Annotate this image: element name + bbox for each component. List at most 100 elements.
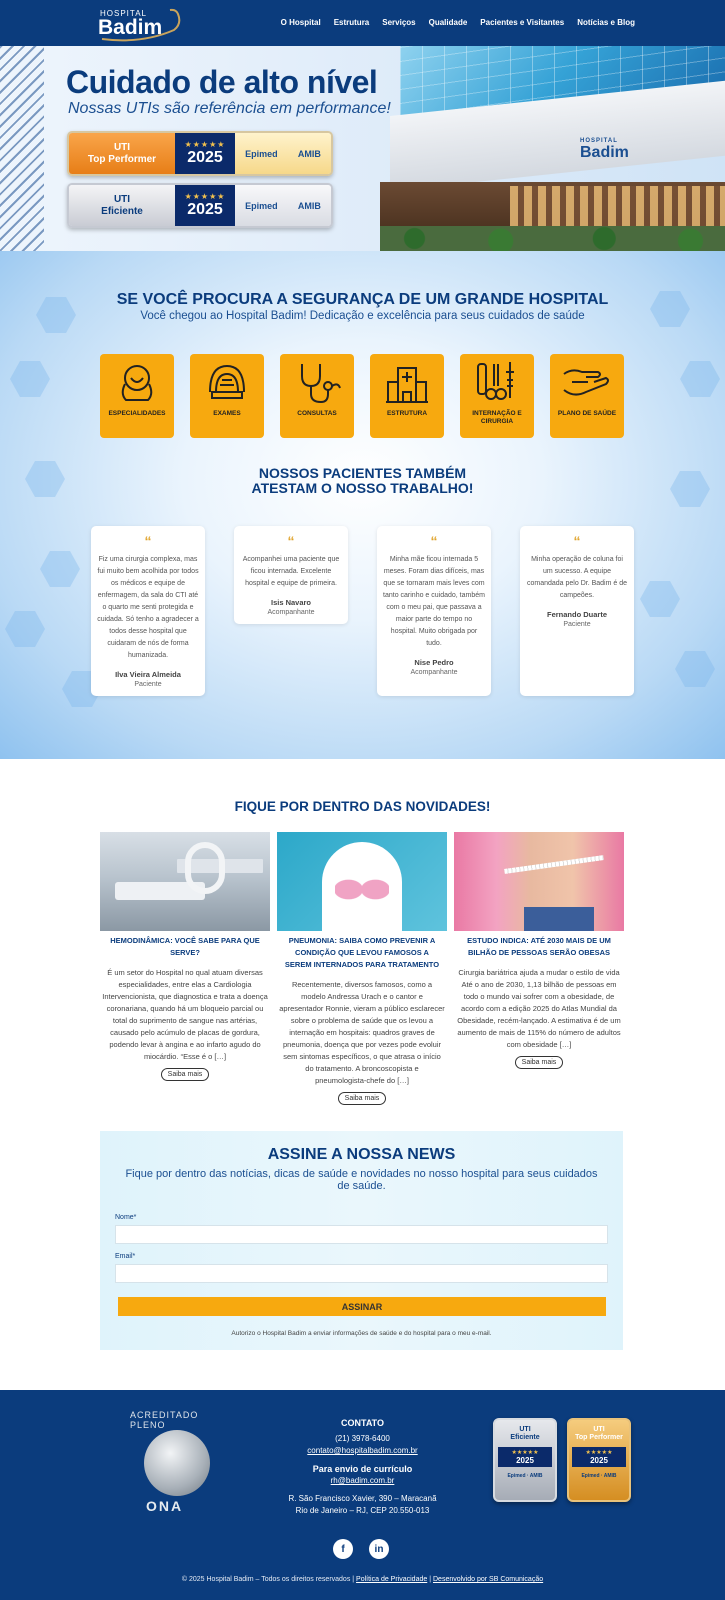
section-subtitle: Você chegou ao Hospital Badim! Dedicação… — [140, 310, 585, 322]
newsletter-form: ASSINE A NOSSA NEWS Fique por dentro das… — [100, 1131, 623, 1350]
article-excerpt: Cirurgia bariátrica ajuda a mudar o esti… — [457, 968, 621, 1049]
main-nav: O Hospital Estrutura Serviços Qualidade … — [281, 18, 635, 27]
testimonial-text: Minha mãe ficou internada 5 meses. Foram… — [383, 556, 485, 647]
contact-email-link[interactable]: contato@hospitalbadim.com.br — [307, 1446, 417, 1455]
service-plano-saude[interactable]: PLANO DE SAÚDE — [550, 354, 624, 438]
read-more-button[interactable]: Saiba mais — [160, 1068, 210, 1081]
nav-noticias-blog[interactable]: Notícias e Blog — [577, 18, 635, 27]
testimonial-text: Minha operação de coluna foi um sucesso.… — [526, 556, 627, 599]
subscribe-button[interactable]: ASSINAR — [118, 1297, 606, 1316]
testimonial-text: Acompanhei uma paciente que ficou intern… — [242, 556, 340, 587]
contact-title: CONTATO — [341, 1418, 384, 1428]
testimonial-role: Acompanhante — [267, 609, 315, 616]
quote-icon: “ — [144, 533, 152, 549]
surgery-icon — [477, 362, 514, 400]
ona-emblem-icon — [144, 1430, 210, 1496]
nav-pacientes-visitantes[interactable]: Pacientes e Visitantes — [480, 18, 564, 27]
article-title[interactable]: HEMODINÂMICA: VOCÊ SABE PARA QUE SERVE? — [100, 935, 270, 959]
ona-curve-text: ACREDITADO PLENO — [130, 1410, 199, 1430]
stethoscope-icon — [301, 364, 341, 404]
service-internacao-cirurgia[interactable]: INTERNAÇÃO E CIRURGIA — [460, 354, 534, 438]
cv-email-link[interactable]: rh@badim.com.br — [331, 1476, 395, 1485]
testimonial-name: Isis Navaro — [270, 598, 312, 607]
ona-logo-text: ONA — [146, 1498, 184, 1514]
section-title: SE VOCÊ PROCURA A SEGURANÇA DE UM GRANDE… — [116, 291, 609, 308]
email-field[interactable] — [115, 1264, 608, 1283]
linkedin-icon[interactable]: in — [369, 1539, 389, 1559]
uti-top-performer-badge: UTI Top Performer ★★★★★ 2025 Epimed AMIB — [67, 131, 333, 176]
nav-servicos[interactable]: Serviços — [382, 18, 415, 27]
read-more-button[interactable]: Saiba mais — [514, 1056, 564, 1069]
article-image[interactable] — [277, 832, 447, 931]
testimonial-card: “ Acompanhei uma paciente que ficou inte… — [234, 526, 348, 624]
testimonial-role: Acompanhante — [410, 669, 458, 676]
stars-icon: ★★★★★ — [184, 140, 226, 149]
address-line-1: R. São Francisco Xavier, 390 – Maracanã — [288, 1494, 437, 1503]
services-grid: ESPECIALIDADES EXAMES CONSULTAS ESTRUTUR… — [100, 354, 624, 438]
email-label: Email* — [115, 1253, 136, 1260]
nav-qualidade[interactable]: Qualidade — [429, 18, 468, 27]
news-article: HEMODINÂMICA: VOCÊ SABE PARA QUE SERVE? … — [100, 832, 270, 1105]
testimonial-name: Fernando Duarte — [546, 610, 607, 619]
site-footer: ACREDITADO PLENO ONA CONTATO (21) 3978-6… — [0, 1390, 725, 1600]
hospital-building-icon — [386, 367, 428, 403]
service-especialidades[interactable]: ESPECIALIDADES — [100, 354, 174, 438]
quote-icon: “ — [430, 533, 438, 549]
cv-title: Para envio de currículo — [312, 1464, 413, 1474]
newsletter-title: ASSINE A NOSSA NEWS — [267, 1146, 456, 1163]
consent-text: Autorizo o Hospital Badim a enviar infor… — [231, 1330, 492, 1337]
name-field[interactable] — [115, 1225, 608, 1244]
privacy-policy-link[interactable]: Política de Privacidade — [356, 1576, 427, 1583]
service-estrutura[interactable]: ESTRUTURA — [370, 354, 444, 438]
news-list: HEMODINÂMICA: VOCÊ SABE PARA QUE SERVE? … — [100, 832, 624, 1105]
service-exames[interactable]: EXAMES — [190, 354, 264, 438]
uti-top-performer-seal: UTI Top Performer ★★★★★ 2025 Epimed · AMIB — [567, 1418, 631, 1502]
building-sign: HOSPITAL Badim — [580, 138, 629, 161]
health-plan-icon — [563, 369, 609, 396]
testimonial-card: “ Minha mãe ficou internada 5 meses. For… — [377, 526, 491, 696]
facebook-icon[interactable]: f — [333, 1539, 353, 1559]
copyright-text: © 2025 Hospital Badim – Todos os direito… — [181, 1576, 355, 1583]
testimonials-list: “ Fiz uma cirurgia complexa, mas fui mui… — [91, 526, 634, 696]
exams-icon — [209, 364, 245, 399]
article-image[interactable] — [100, 832, 270, 931]
developer-link[interactable]: Desenvolvido por SB Comunicação — [433, 1576, 543, 1583]
news-title: FIQUE POR DENTRO DAS NOVIDADES! — [234, 799, 491, 814]
epimed-logo: Epimed — [245, 148, 278, 159]
contact-block: CONTATO (21) 3978-6400 contato@hospitalb… — [260, 1417, 465, 1517]
testimonial-name: Ilva Vieira Almeida — [115, 670, 181, 679]
hero-title: Cuidado de alto nível — [66, 64, 378, 100]
article-excerpt: É um setor do Hospital no qual atuam div… — [102, 968, 268, 1061]
service-consultas[interactable]: CONSULTAS — [280, 354, 354, 438]
stars-icon: ★★★★★ — [585, 1450, 613, 1456]
contact-phone[interactable]: (21) 3978-6400 — [260, 1433, 465, 1445]
quote-icon: “ — [573, 533, 581, 549]
nav-estrutura[interactable]: Estrutura — [334, 18, 370, 27]
copyright-bar: © 2025 Hospital Badim – Todos os direito… — [181, 1576, 544, 1583]
hospital-building-image: HOSPITAL Badim — [340, 46, 725, 251]
testimonial-role: Paciente — [134, 681, 162, 688]
testimonial-text: Fiz uma cirurgia complexa, mas fui muito… — [97, 556, 199, 659]
article-title[interactable]: ESTUDO INDICA: ATÉ 2030 MAIS DE UM BILHÃ… — [454, 935, 624, 959]
article-title[interactable]: PNEUMONIA: SAIBA COMO PREVENIR A CONDIÇÃ… — [277, 935, 447, 971]
services-section: SE VOCÊ PROCURA A SEGURANÇA DE UM GRANDE… — [0, 251, 725, 759]
social-links: f in — [333, 1539, 389, 1559]
testimonial-name: Nise Pedro — [414, 658, 454, 667]
testimonial-card: “ Fiz uma cirurgia complexa, mas fui mui… — [91, 526, 205, 696]
specialties-icon — [121, 365, 153, 401]
site-header: HOSPITAL Badim O Hospital Estrutura Serv… — [0, 0, 725, 46]
uti-eficiente-seal: UTI Eficiente ★★★★★ 2025 Epimed · AMIB — [493, 1418, 557, 1502]
quote-icon: “ — [287, 533, 295, 549]
article-image[interactable] — [454, 832, 624, 931]
news-article: PNEUMONIA: SAIBA COMO PREVENIR A CONDIÇÃ… — [277, 832, 447, 1105]
news-article: ESTUDO INDICA: ATÉ 2030 MAIS DE UM BILHÃ… — [454, 832, 624, 1105]
ona-accreditation-seal: ACREDITADO PLENO ONA — [130, 1410, 220, 1514]
hero-banner[interactable]: HOSPITAL Badim Cuidado de alto nível Nos… — [0, 46, 725, 251]
nav-o-hospital[interactable]: O Hospital — [281, 18, 321, 27]
stars-icon: ★★★★★ — [184, 192, 226, 201]
article-excerpt: Recentemente, diversos famosos, como a m… — [279, 980, 445, 1085]
hero-stripes — [0, 46, 44, 251]
read-more-button[interactable]: Saiba mais — [337, 1092, 387, 1105]
hospital-badim-logo[interactable]: HOSPITAL Badim — [92, 6, 192, 42]
patients-title: NOSSOS PACIENTES TAMBÉM ATESTAM O NOSSO … — [251, 465, 474, 496]
